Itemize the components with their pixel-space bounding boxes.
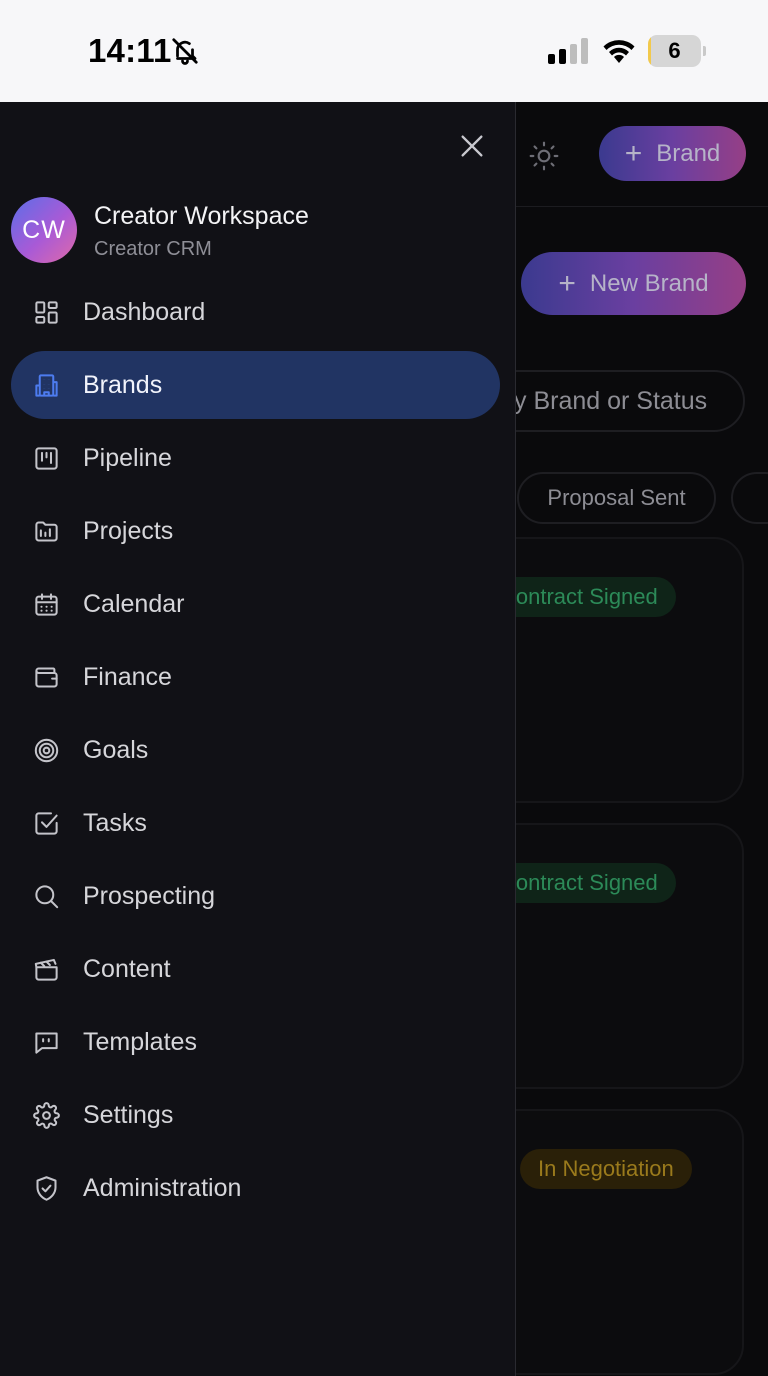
filter-chip-proposal-sent[interactable]: Proposal Sent (517, 472, 716, 524)
sidebar-item-label: Tasks (83, 809, 147, 837)
gear-icon (33, 1102, 60, 1129)
sidebar-item-pipeline[interactable]: Pipeline (11, 424, 500, 492)
sidebar-item-prospecting[interactable]: Prospecting (11, 862, 500, 930)
wallet-icon (35, 667, 58, 688)
message-square-icon (35, 1032, 58, 1054)
sidebar-item-label: Settings (83, 1101, 174, 1129)
close-icon[interactable] (456, 130, 488, 162)
sidebar-item-templates[interactable]: Templates (11, 1008, 500, 1076)
plus-icon: + (558, 266, 576, 300)
sidebar-item-settings[interactable]: Settings (11, 1081, 500, 1149)
target-icon (34, 738, 59, 763)
filter-chip[interactable] (731, 472, 768, 524)
calendar-icon (35, 593, 58, 616)
add-brand-header-button[interactable]: + Brand (599, 126, 746, 181)
sidebar-item-brands[interactable]: Brands (11, 351, 500, 419)
cellular-signal-icon (548, 38, 588, 64)
workspace-avatar[interactable]: CW (11, 197, 77, 263)
search-icon (35, 885, 59, 909)
kanban-icon (35, 447, 58, 470)
workspace-subtitle: Creator CRM (94, 238, 212, 260)
sidebar-item-label: Administration (83, 1174, 242, 1202)
add-brand-header-label: Brand (656, 139, 721, 167)
dashboard-icon (35, 301, 58, 324)
folder-icon (35, 521, 58, 542)
sidebar-item-label: Finance (83, 663, 172, 691)
sun-icon[interactable] (528, 140, 560, 172)
sidebar-item-dashboard[interactable]: Dashboard (11, 278, 500, 346)
status-badge: In Negotiation (520, 1149, 692, 1189)
new-brand-button[interactable]: + New Brand (521, 252, 746, 315)
sidebar-item-administration[interactable]: Administration (11, 1154, 500, 1222)
building-icon (35, 374, 58, 397)
sidebar-item-label: Templates (83, 1028, 197, 1056)
shield-check-icon (36, 1176, 57, 1201)
sidebar-item-label: Prospecting (83, 882, 216, 910)
sidebar-item-content[interactable]: Content (11, 935, 500, 1003)
sidebar-item-label: Calendar (83, 590, 185, 618)
sidebar-item-goals[interactable]: Goals (11, 716, 500, 784)
sidebar-item-tasks[interactable]: Tasks (11, 789, 500, 857)
wifi-icon (603, 40, 635, 63)
sidebar-item-label: Projects (83, 517, 174, 545)
sidebar-item-label: Content (83, 955, 171, 983)
battery-indicator: 6 (648, 35, 706, 67)
workspace-title: Creator Workspace (94, 202, 309, 230)
status-bar: 14:11 6 (0, 0, 768, 102)
sidebar-item-label: Pipeline (83, 444, 172, 472)
sidebar-item-calendar[interactable]: Calendar (11, 570, 500, 638)
navigation-drawer: CW Creator Workspace Creator CRM Dashboa… (0, 102, 516, 1376)
clapperboard-icon (34, 958, 58, 981)
battery-level: 6 (668, 38, 681, 63)
new-brand-label: New Brand (589, 269, 709, 297)
sidebar-item-finance[interactable]: Finance (11, 643, 500, 711)
sidebar-item-label: Goals (83, 736, 149, 764)
checkbox-icon (35, 812, 58, 835)
plus-icon: + (624, 136, 643, 170)
sidebar-item-projects[interactable]: Projects (11, 497, 500, 565)
battery-tip (703, 46, 706, 56)
sidebar-item-label: Brands (83, 371, 163, 399)
sidebar-item-label: Dashboard (83, 298, 206, 326)
status-time: 14:11 (88, 32, 172, 69)
bell-off-icon (172, 38, 198, 65)
